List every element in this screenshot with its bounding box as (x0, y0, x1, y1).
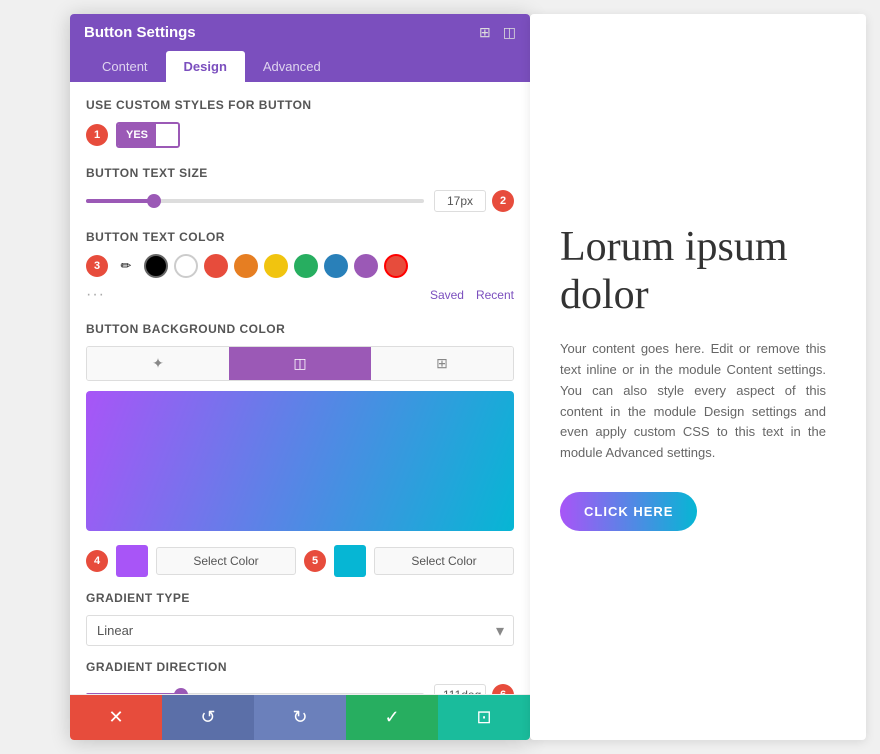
panel-footer: ✕ ↺ ↻ ✓ ⊡ (70, 694, 530, 740)
swatch-green[interactable] (294, 254, 318, 278)
text-size-slider-row: 17px 2 (86, 190, 514, 212)
tabs: Content Design Advanced (70, 51, 530, 82)
extra-button[interactable]: ⊡ (438, 695, 530, 740)
gradient-direction-section: Gradient Direction 111deg 6 (86, 660, 514, 694)
bg-tab-gradient[interactable]: ◫ (229, 347, 371, 380)
close-button[interactable]: ✕ (70, 695, 162, 740)
color-stop-swatch-2[interactable] (334, 545, 366, 577)
settings-panel: Button Settings ⊞ ◫ Content Design Advan… (70, 14, 530, 740)
toggle-yes[interactable]: YES (118, 124, 156, 146)
swatch-orange[interactable] (234, 254, 258, 278)
panel-header: Button Settings ⊞ ◫ (70, 14, 530, 51)
toggle-row: 1 YES (86, 122, 514, 148)
step-badge-5: 5 (304, 550, 326, 572)
bg-color-section: Button Background Color ✦ ◫ ⊞ 4 Select C… (86, 322, 514, 694)
preview-body: Your content goes here. Edit or remove t… (560, 339, 826, 464)
swatch-yellow[interactable] (264, 254, 288, 278)
split-icon[interactable]: ◫ (503, 24, 516, 41)
panel-header-icons: ⊞ ◫ (479, 24, 516, 41)
gradient-picker[interactable] (86, 391, 514, 531)
gradient-direction-value-box: 111deg 6 (434, 684, 514, 694)
color-stop-row: 4 Select Color 5 Select Color (86, 545, 514, 577)
undo-button[interactable]: ↺ (162, 695, 254, 740)
text-size-value-box: 17px 2 (434, 190, 514, 212)
step-badge-1: 1 (86, 124, 108, 146)
color-stop-1: 4 Select Color (86, 545, 296, 577)
color-stop-swatch-1[interactable] (116, 545, 148, 577)
tab-design[interactable]: Design (166, 51, 245, 82)
panel-title: Button Settings (84, 24, 196, 41)
swatch-purple[interactable] (354, 254, 378, 278)
gradient-type-section: Gradient Type Linear Radial (86, 591, 514, 646)
preview-panel: Lorum ipsum dolor Your content goes here… (530, 14, 866, 740)
swatch-white[interactable] (174, 254, 198, 278)
bg-color-label: Button Background Color (86, 322, 514, 336)
text-size-track[interactable] (86, 199, 424, 203)
gradient-direction-track[interactable] (86, 693, 424, 694)
swatch-black[interactable] (144, 254, 168, 278)
color-dots[interactable]: ··· (86, 286, 105, 304)
color-stop-btn-2[interactable]: Select Color (374, 547, 514, 575)
step-badge-3: 3 (86, 255, 108, 277)
saved-recent-row: ··· Saved Recent (86, 286, 514, 304)
text-size-label: Button Text Size (86, 166, 514, 180)
swatch-blue[interactable] (324, 254, 348, 278)
expand-icon[interactable]: ⊞ (479, 24, 491, 41)
swatch-accent[interactable] (384, 254, 408, 278)
gradient-direction-value[interactable]: 111deg (434, 684, 486, 694)
gradient-type-select[interactable]: Linear Radial (86, 615, 514, 646)
saved-link[interactable]: Saved (430, 288, 464, 302)
custom-styles-toggle[interactable]: YES (116, 122, 180, 148)
panel-body: Use Custom Styles for Button 1 YES Butto… (70, 82, 530, 694)
gradient-direction-label: Gradient Direction (86, 660, 514, 674)
step-badge-4: 4 (86, 550, 108, 572)
color-pencil-icon[interactable]: ✏ (114, 254, 138, 278)
gradient-direction-slider-row: 111deg 6 (86, 684, 514, 694)
text-color-section: Button Text Color 3 ✏ ··· Saved Recent (86, 230, 514, 304)
text-color-label: Button Text Color (86, 230, 514, 244)
bg-type-tabs: ✦ ◫ ⊞ (86, 346, 514, 381)
tab-advanced[interactable]: Advanced (245, 51, 339, 82)
recent-link[interactable]: Recent (476, 288, 514, 302)
redo-button[interactable]: ↻ (254, 695, 346, 740)
text-size-section: Button Text Size 17px 2 (86, 166, 514, 212)
bg-tab-solid[interactable]: ✦ (87, 347, 229, 380)
toggle-no[interactable] (156, 124, 178, 146)
gradient-type-label: Gradient Type (86, 591, 514, 605)
saved-recent-links: Saved Recent (430, 288, 514, 302)
color-stop-btn-1[interactable]: Select Color (156, 547, 296, 575)
save-button[interactable]: ✓ (346, 695, 438, 740)
step-badge-6: 6 (492, 684, 514, 694)
step-badge-2: 2 (492, 190, 514, 212)
text-size-value[interactable]: 17px (434, 190, 486, 212)
swatch-red[interactable] (204, 254, 228, 278)
tab-content[interactable]: Content (84, 51, 166, 82)
bg-tab-image[interactable]: ⊞ (371, 347, 513, 380)
gradient-type-wrapper: Linear Radial (86, 615, 514, 646)
preview-button[interactable]: CLICK HERE (560, 492, 697, 531)
color-swatch-row: 3 ✏ (86, 254, 514, 278)
color-stop-2: 5 Select Color (304, 545, 514, 577)
custom-styles-label: Use Custom Styles for Button (86, 98, 514, 112)
preview-heading: Lorum ipsum dolor (560, 223, 826, 319)
